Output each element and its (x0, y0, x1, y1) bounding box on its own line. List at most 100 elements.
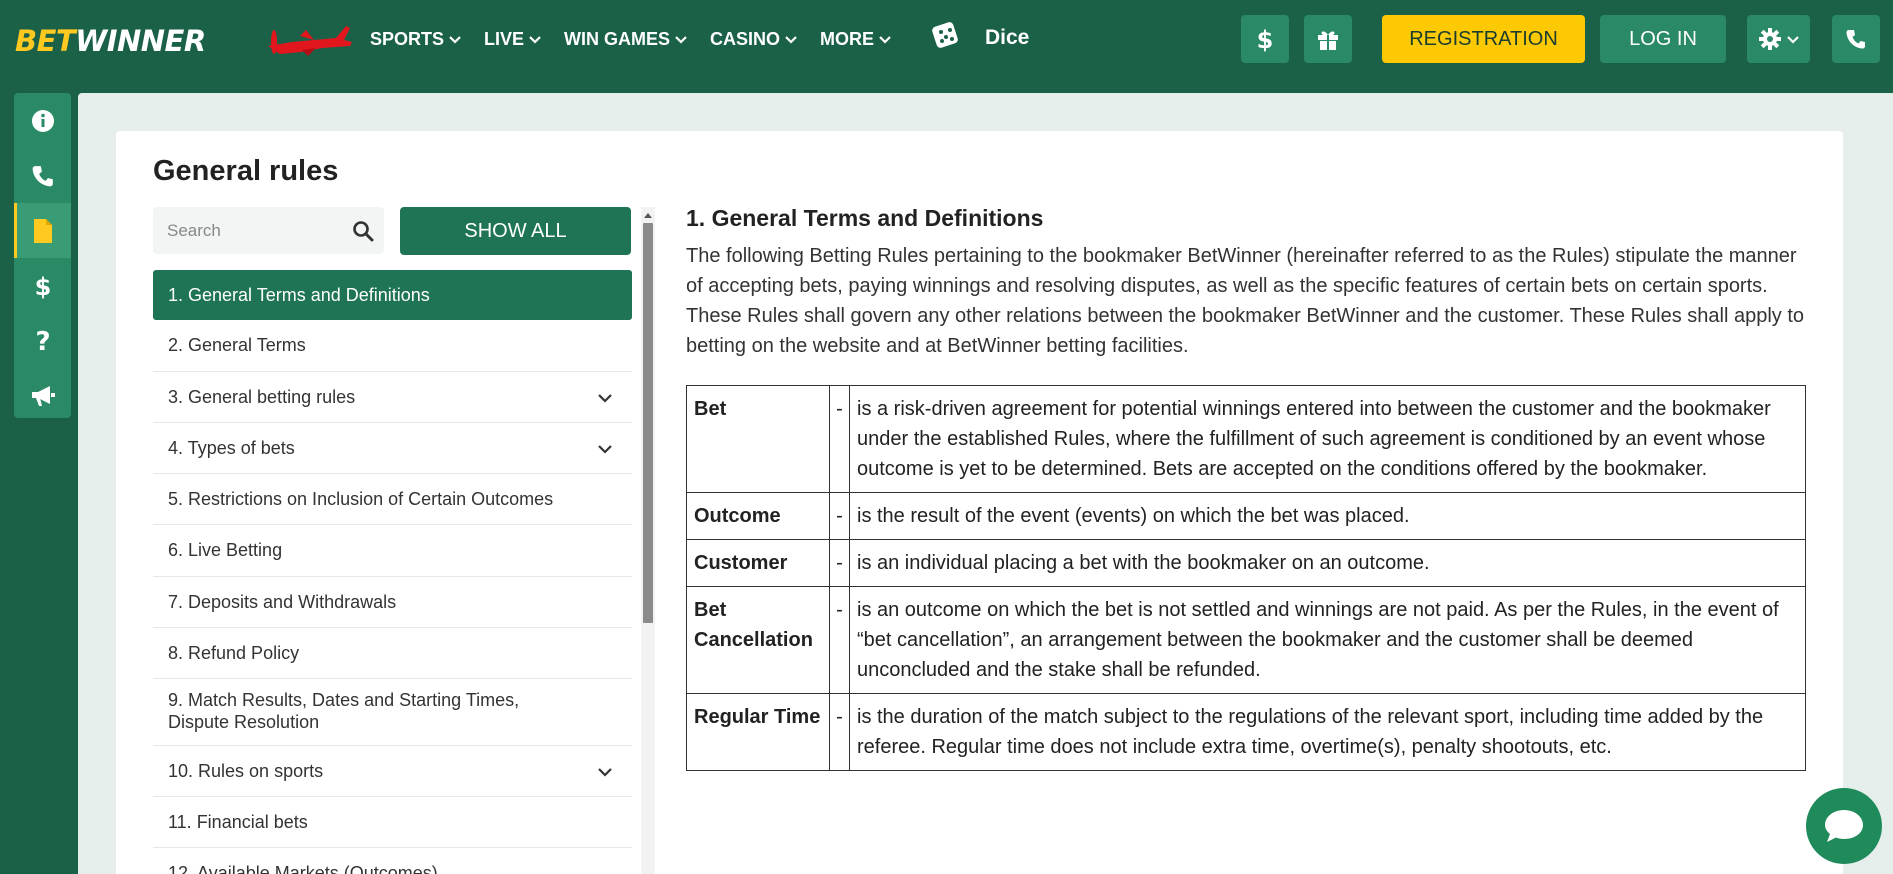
nav-sports[interactable]: SPORTS (370, 29, 462, 50)
toc-item[interactable]: 4. Types of bets (153, 423, 632, 475)
toc-scrollbar[interactable] (641, 207, 655, 874)
side-rail: $ ? (14, 93, 71, 418)
definition-term: Bet (686, 385, 830, 493)
show-all-button[interactable]: SHOW ALL (400, 207, 631, 255)
chevron-down-icon[interactable] (596, 763, 614, 781)
nav-more[interactable]: MORE (820, 29, 892, 50)
scroll-up-arrow-icon[interactable] (641, 209, 655, 221)
definition-dash: - (829, 539, 850, 587)
toc-item-label: 12. Available Markets (Outcomes) (168, 863, 438, 874)
chevron-down-icon[interactable] (596, 389, 614, 407)
rail-item-faq[interactable]: ? (14, 313, 71, 368)
toc-item[interactable]: 9. Match Results, Dates and Starting Tim… (153, 679, 632, 746)
bonus-button[interactable] (1304, 15, 1352, 63)
toc-item-label: 1. General Terms and Definitions (168, 285, 430, 305)
definition-dash: - (829, 693, 850, 771)
gear-icon (1758, 28, 1781, 50)
rail-item-promotions[interactable] (14, 368, 71, 423)
toc-item-label: 11. Financial bets (168, 811, 308, 832)
search-icon[interactable] (352, 220, 374, 242)
rules-toc: 1. General Terms and Definitions 2. Gene… (153, 270, 632, 874)
toc-item[interactable]: 5. Restrictions on Inclusion of Certain … (153, 474, 632, 526)
phone-icon (1846, 30, 1865, 49)
rail-item-contacts[interactable] (14, 148, 71, 203)
definition-text: is the result of the event (events) on w… (849, 492, 1806, 540)
section-intro: The following Betting Rules pertaining t… (686, 245, 1805, 357)
dice-icon[interactable] (930, 18, 964, 52)
logo-bet-text: BET (15, 24, 76, 58)
toc-item[interactable]: 12. Available Markets (Outcomes) (153, 848, 632, 874)
table-row: Bet Cancellation - is an outcome on whic… (686, 586, 1806, 694)
nav-casino[interactable]: CASINO (710, 29, 798, 50)
settings-button[interactable] (1747, 15, 1810, 63)
toc-item[interactable]: 7. Deposits and Withdrawals (153, 577, 632, 629)
table-row: Bet - is a risk-driven agreement for pot… (686, 385, 1806, 493)
chat-bubble-icon (1825, 810, 1863, 842)
toc-item-label: 5. Restrictions on Inclusion of Certain … (168, 489, 554, 510)
nav-live-label: LIVE (484, 28, 525, 49)
toc-item[interactable]: 2. General Terms (153, 320, 632, 372)
toc-item-label: 6. Live Betting (168, 540, 283, 561)
definitions-table: Bet - is a risk-driven agreement for pot… (686, 385, 1806, 771)
rail-item-payments[interactable]: $ (14, 258, 71, 313)
toc-item-label: 4. Types of bets (168, 437, 295, 458)
definition-text: is an outcome on which the bet is not se… (849, 586, 1806, 694)
dice-label[interactable]: Dice (985, 26, 1029, 50)
top-header: BETWINNER SPORTS LIVE WIN GAMES CASINO M… (0, 0, 1893, 78)
registration-button[interactable]: REGISTRATION (1382, 15, 1585, 63)
definition-term: Regular Time (686, 693, 830, 771)
nav-live[interactable]: LIVE (484, 29, 542, 50)
main-nav: SPORTS LIVE WIN GAMES CASINO MORE (370, 0, 914, 78)
toc-item-label: 10. Rules on sports (168, 760, 324, 781)
toc-item[interactable]: 8. Refund Policy (153, 628, 632, 680)
document-icon (33, 218, 52, 243)
call-button[interactable] (1832, 15, 1880, 63)
toc-item-label: 2. General Terms (168, 335, 306, 356)
chevron-down-icon (785, 36, 797, 44)
dollar-icon: $ (1257, 26, 1274, 52)
rail-item-rules[interactable] (14, 203, 71, 258)
toc-item-label: 3. General betting rules (168, 386, 356, 407)
definition-term: Bet Cancellation (686, 586, 830, 694)
question-icon: ? (35, 328, 50, 354)
page-title: General rules (153, 155, 339, 187)
nav-win-games[interactable]: WIN GAMES (564, 29, 688, 50)
definition-term: Outcome (686, 492, 830, 540)
deposit-button[interactable]: $ (1241, 15, 1289, 63)
toc-item[interactable]: 6. Live Betting (153, 525, 632, 577)
chevron-down-icon (449, 36, 461, 44)
logo-winner-text: WINNER (75, 24, 206, 58)
toc-item[interactable]: 10. Rules on sports (153, 746, 632, 797)
rules-search (153, 207, 384, 254)
definition-term: Customer (686, 539, 830, 587)
megaphone-icon (31, 385, 55, 406)
definition-dash: - (829, 385, 850, 493)
scrollbar-thumb[interactable] (643, 223, 653, 623)
chevron-down-icon (1786, 36, 1799, 44)
dollar-icon: $ (34, 273, 51, 299)
svg-text:?: ? (35, 328, 50, 354)
info-icon (31, 109, 54, 132)
chevron-down-icon[interactable] (596, 440, 614, 458)
nav-win-games-label: WIN GAMES (564, 28, 671, 49)
toc-item[interactable]: 1. General Terms and Definitions (153, 270, 632, 321)
section-heading: 1. General Terms and Definitions (686, 205, 1044, 231)
definition-text: is the duration of the match subject to … (849, 693, 1806, 771)
aviator-plane-icon[interactable] (262, 16, 354, 58)
live-chat-button[interactable] (1806, 788, 1882, 864)
search-input[interactable] (153, 207, 343, 254)
table-row: Regular Time - is the duration of the ma… (686, 693, 1806, 771)
table-row: Outcome - is the result of the event (ev… (686, 492, 1806, 540)
betwinner-logo[interactable]: BETWINNER (15, 24, 206, 58)
rail-item-info[interactable] (14, 93, 71, 148)
toc-item-label: 7. Deposits and Withdrawals (168, 591, 397, 612)
toc-item-label: 8. Refund Policy (168, 643, 300, 664)
login-button[interactable]: LOG IN (1600, 15, 1726, 63)
chevron-down-icon (675, 36, 687, 44)
chevron-down-icon (529, 36, 541, 44)
table-row: Customer - is an individual placing a be… (686, 539, 1806, 587)
toc-item[interactable]: 3. General betting rules (153, 372, 632, 423)
definition-dash: - (829, 586, 850, 694)
nav-casino-label: CASINO (710, 28, 781, 49)
toc-item[interactable]: 11. Financial bets (153, 797, 632, 849)
